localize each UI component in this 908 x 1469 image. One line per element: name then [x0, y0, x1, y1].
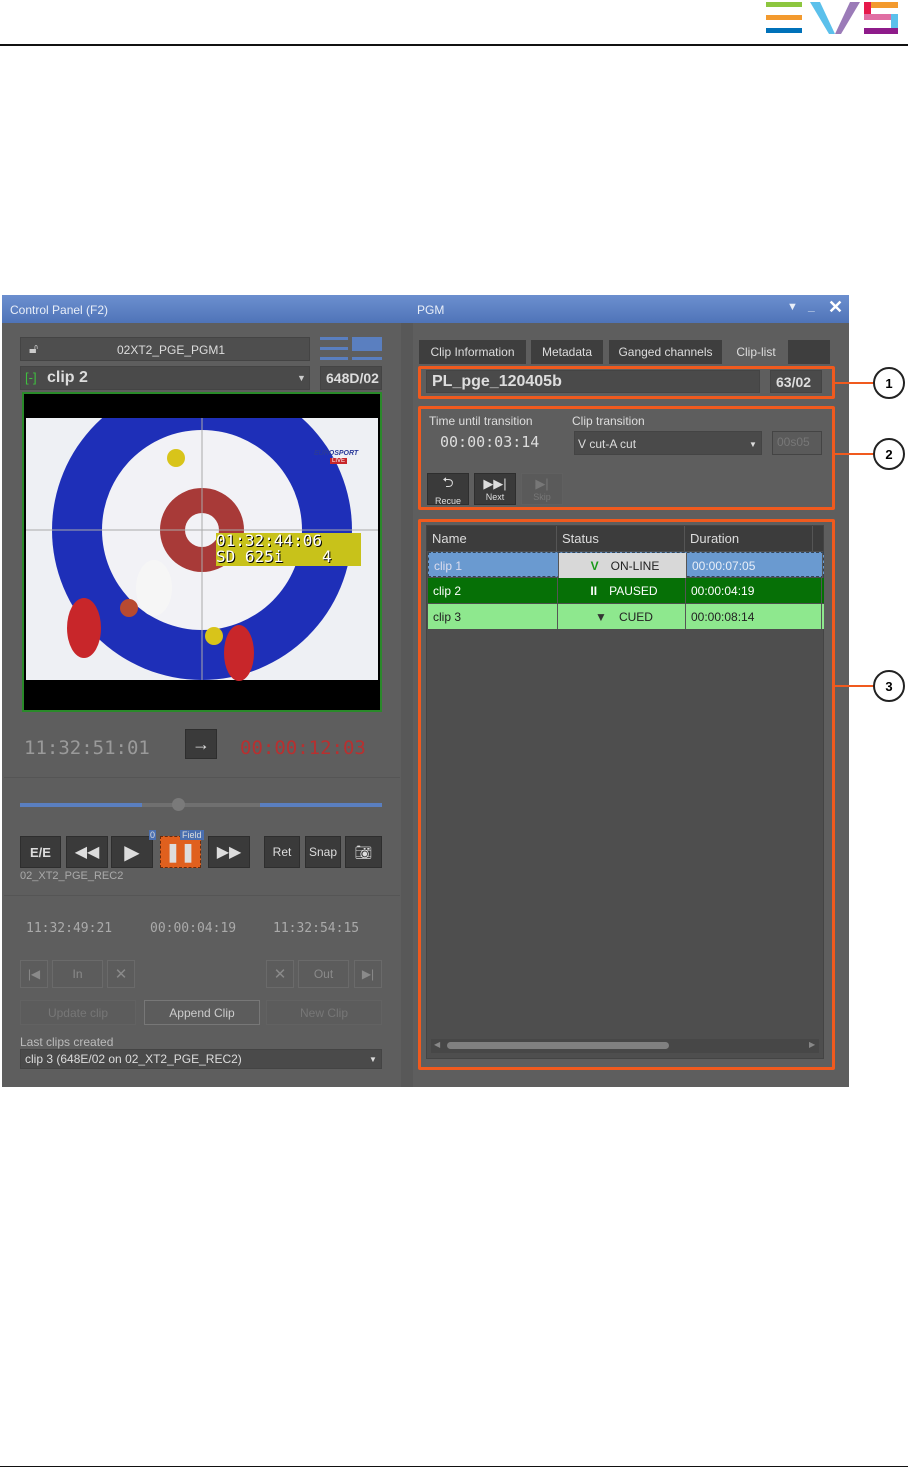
divider — [4, 895, 400, 896]
pause-button[interactable]: ❚❚ — [160, 836, 201, 868]
callout-1: 1 — [873, 367, 905, 399]
footer-rule — [0, 1466, 908, 1467]
tab-metadata[interactable]: Metadata — [531, 340, 603, 364]
out-timecode: 11:32:54:15 — [273, 921, 360, 936]
duration-timecode: 00:00:04:19 — [150, 921, 237, 936]
camera-button[interactable]: 📷︎ — [345, 836, 382, 868]
skip-end-icon: ▶| — [361, 967, 375, 981]
callout-line — [835, 453, 875, 455]
header-rule — [0, 44, 908, 46]
goto-in-button[interactable]: |◀ — [20, 960, 48, 988]
layout-toggle-icon[interactable] — [320, 337, 382, 361]
last-clips-select[interactable]: clip 3 (648E/02 on 02_XT2_PGE_REC2) ▼ — [20, 1049, 382, 1069]
goto-out-button[interactable]: ▶| — [354, 960, 382, 988]
highlight-box-2 — [418, 406, 835, 510]
snap-button[interactable]: Snap — [305, 836, 341, 868]
left-title: Control Panel (F2) — [10, 303, 109, 317]
close-icon[interactable]: ✕ — [828, 297, 843, 318]
camera-icon: 📷︎ — [354, 843, 373, 860]
clip-name: clip 2 — [47, 369, 88, 386]
play-icon: ▶ — [124, 841, 140, 864]
minimize-icon[interactable]: _ — [808, 299, 815, 313]
tab-ganged-channels[interactable]: Ganged channels — [609, 340, 722, 364]
jog-slider[interactable] — [20, 798, 382, 811]
timecode-overlay: 01:32:44:06 SD 625i 4 — [216, 533, 361, 566]
ee-button[interactable]: E/E — [20, 836, 61, 868]
overlay-format: SD 625i 4 — [216, 547, 332, 566]
skip-start-icon: |◀ — [27, 967, 41, 981]
update-clip-button[interactable]: Update clip — [20, 1000, 136, 1025]
mark-in-button[interactable]: In — [52, 960, 103, 988]
tab-clip-information[interactable]: Clip Information — [419, 340, 526, 364]
divider — [4, 777, 400, 778]
slider-handle[interactable] — [172, 798, 185, 811]
tab-clip-list[interactable]: Clip-list — [726, 340, 786, 364]
play-button[interactable]: ▶ — [111, 836, 153, 868]
append-clip-button[interactable]: Append Clip — [144, 1000, 260, 1025]
current-timecode: 11:32:51:01 — [24, 737, 150, 759]
callout-line — [835, 382, 875, 384]
channel-name: 02XT2_PGE_PGM1 — [117, 343, 226, 357]
broadcaster-logo: EUROSPORT — [314, 450, 359, 457]
tab-empty — [788, 340, 830, 364]
video-monitor[interactable]: 01:32:44:06 SD 625i 4 EUROSPORT LIVE — [22, 392, 382, 712]
rewind-button[interactable]: ◀◀ — [66, 836, 108, 868]
clip-bracket-icon: [-] — [25, 370, 37, 385]
mark-out-button[interactable]: Out — [298, 960, 349, 988]
live-badge: LIVE — [330, 458, 348, 464]
remaining-timecode: 00:00:12:03 — [240, 737, 366, 759]
new-clip-button[interactable]: New Clip — [266, 1000, 382, 1025]
speed-badge: 0 — [149, 830, 157, 840]
last-clips-label: Last clips created — [20, 1035, 114, 1049]
return-button[interactable]: Ret — [264, 836, 300, 868]
last-clip-value: clip 3 (648E/02 on 02_XT2_PGE_REC2) — [25, 1052, 242, 1066]
evs-logo — [766, 2, 900, 34]
goto-arrow-button[interactable]: → — [185, 729, 217, 759]
right-title: PGM — [417, 303, 445, 317]
dropdown-icon[interactable]: ▼ — [787, 301, 798, 313]
clear-in-button[interactable]: ✕ — [107, 960, 135, 988]
chevron-down-icon: ▼ — [297, 373, 306, 383]
clear-icon: ✕ — [114, 966, 128, 983]
recorder-name: 02_XT2_PGE_REC2 — [20, 870, 124, 882]
field-badge: Field — [180, 830, 204, 840]
clip-id: 648D/02 — [320, 366, 382, 390]
chevron-down-icon: ▼ — [369, 1055, 377, 1064]
highlight-box-1 — [418, 366, 835, 399]
fast-forward-icon: ▶▶ — [216, 844, 242, 861]
channel-field[interactable]: 🔓︎ 02XT2_PGE_PGM1 — [20, 337, 310, 361]
callout-line — [835, 685, 875, 687]
panel-splitter[interactable] — [401, 323, 413, 1087]
clear-out-button[interactable]: ✕ — [266, 960, 294, 988]
clear-icon: ✕ — [273, 966, 287, 983]
callout-2: 2 — [873, 438, 905, 470]
rewind-icon: ◀◀ — [74, 844, 100, 861]
callout-3: 3 — [873, 670, 905, 702]
in-timecode: 11:32:49:21 — [26, 921, 113, 936]
unlock-icon[interactable]: 🔓︎ — [29, 340, 38, 357]
clip-select[interactable]: [-] clip 2 ▼ — [20, 366, 310, 390]
fast-forward-button[interactable]: ▶▶ — [208, 836, 250, 868]
title-bar: Control Panel (F2) PGM ▼ _ ✕ — [2, 295, 849, 323]
highlight-box-3 — [418, 519, 835, 1070]
pause-icon: ❚❚ — [165, 841, 196, 862]
